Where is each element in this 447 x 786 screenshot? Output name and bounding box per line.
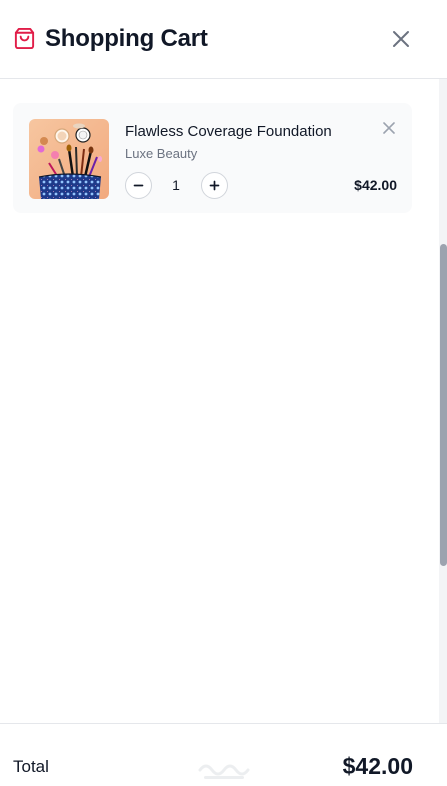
increase-quantity-button[interactable]	[201, 172, 228, 199]
decrease-quantity-button[interactable]	[125, 172, 152, 199]
plus-icon	[209, 180, 220, 191]
quantity-value: 1	[172, 177, 180, 193]
close-icon	[393, 31, 409, 47]
scrollbar-thumb[interactable]	[440, 244, 447, 566]
cart-footer: Total $42.00	[0, 723, 447, 786]
cart-item: Flawless Coverage Foundation Luxe Beauty…	[13, 103, 412, 213]
close-icon	[383, 122, 395, 134]
remove-item-button[interactable]	[381, 120, 397, 136]
close-cart-button[interactable]	[389, 27, 413, 51]
cart-header: Shopping Cart	[0, 0, 447, 79]
total-label: Total	[13, 757, 49, 776]
watermark-logo	[196, 756, 252, 784]
cart-panel: Shopping Cart Flawless Coverage Foundati…	[0, 0, 447, 786]
item-price: $42.00	[354, 177, 397, 193]
total-value: $42.00	[342, 753, 413, 779]
product-brand: Luxe Beauty	[125, 146, 198, 161]
shopping-bag-icon	[13, 27, 36, 50]
minus-icon	[133, 184, 144, 187]
scrollbar[interactable]	[439, 79, 447, 723]
product-name: Flawless Coverage Foundation	[125, 123, 332, 140]
page-title: Shopping Cart	[45, 25, 208, 52]
product-image	[29, 119, 109, 199]
